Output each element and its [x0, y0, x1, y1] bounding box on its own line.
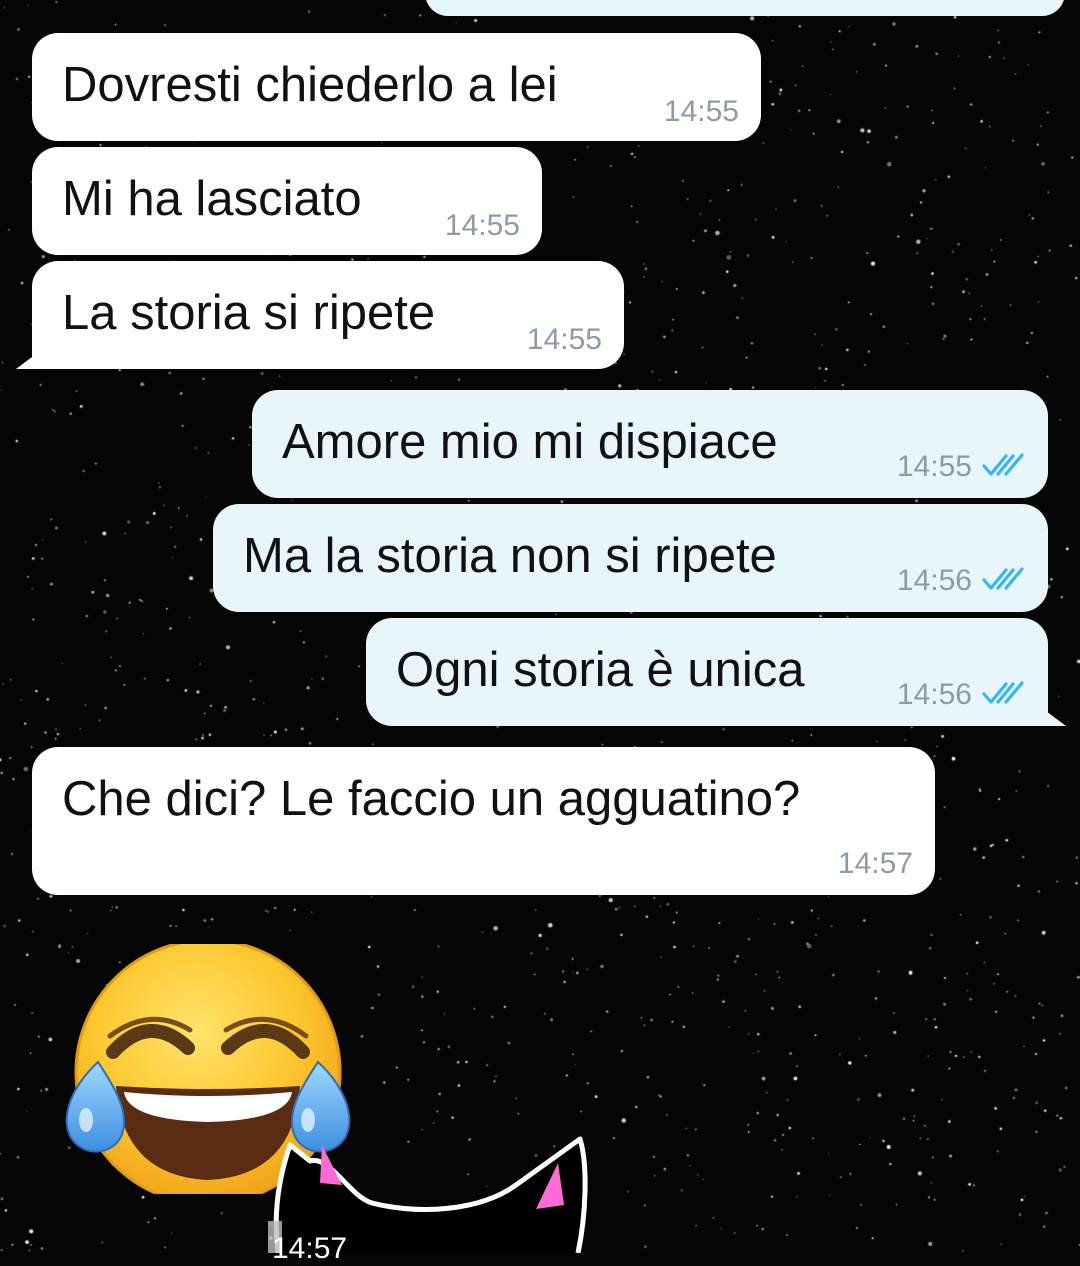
message-bubble-outgoing[interactable]: Ogni storia è unica 14:56	[366, 618, 1048, 726]
read-ticks-icon	[982, 681, 1024, 704]
message-text: Ma la storia non si ripete	[243, 529, 777, 583]
message-time: 14:56	[896, 564, 972, 597]
message-text: Amore mio mi dispiace	[282, 415, 778, 469]
previous-message-bubble[interactable]	[425, 0, 1065, 16]
message-bubble-incoming[interactable]: Che dici? Le faccio un agguatino? 14:57	[32, 747, 935, 895]
message-time: 14:55	[444, 209, 520, 242]
sticker-time: 14:57	[272, 1232, 348, 1265]
message-time: 14:55	[896, 450, 972, 483]
message-text: Mi ha lasciato	[62, 172, 362, 226]
message-text: Che dici? Le faccio un agguatino?	[62, 772, 801, 826]
message-time: 14:55	[663, 95, 739, 128]
message-bubble-outgoing[interactable]: Amore mio mi dispiace 14:55	[252, 390, 1048, 498]
message-bubble-incoming[interactable]: Dovresti chiederlo a lei 14:55	[32, 33, 761, 141]
message-time: 14:57	[837, 847, 913, 880]
message-text: La storia si ripete	[62, 286, 436, 340]
message-text: Ogni storia è unica	[396, 643, 805, 697]
message-bubble-outgoing[interactable]: Ma la storia non si ripete 14:56	[213, 504, 1048, 612]
message-text: Dovresti chiederlo a lei	[62, 58, 558, 112]
bubble-tail	[16, 351, 40, 369]
message-bubble-incoming[interactable]: La storia si ripete 14:55	[32, 261, 624, 369]
read-ticks-icon	[982, 453, 1024, 476]
bubble-tail	[1042, 708, 1066, 726]
message-time: 14:55	[526, 323, 602, 356]
message-bubble-incoming[interactable]: Mi ha lasciato 14:55	[32, 147, 542, 255]
read-ticks-icon	[982, 567, 1024, 590]
message-time: 14:56	[896, 678, 972, 711]
